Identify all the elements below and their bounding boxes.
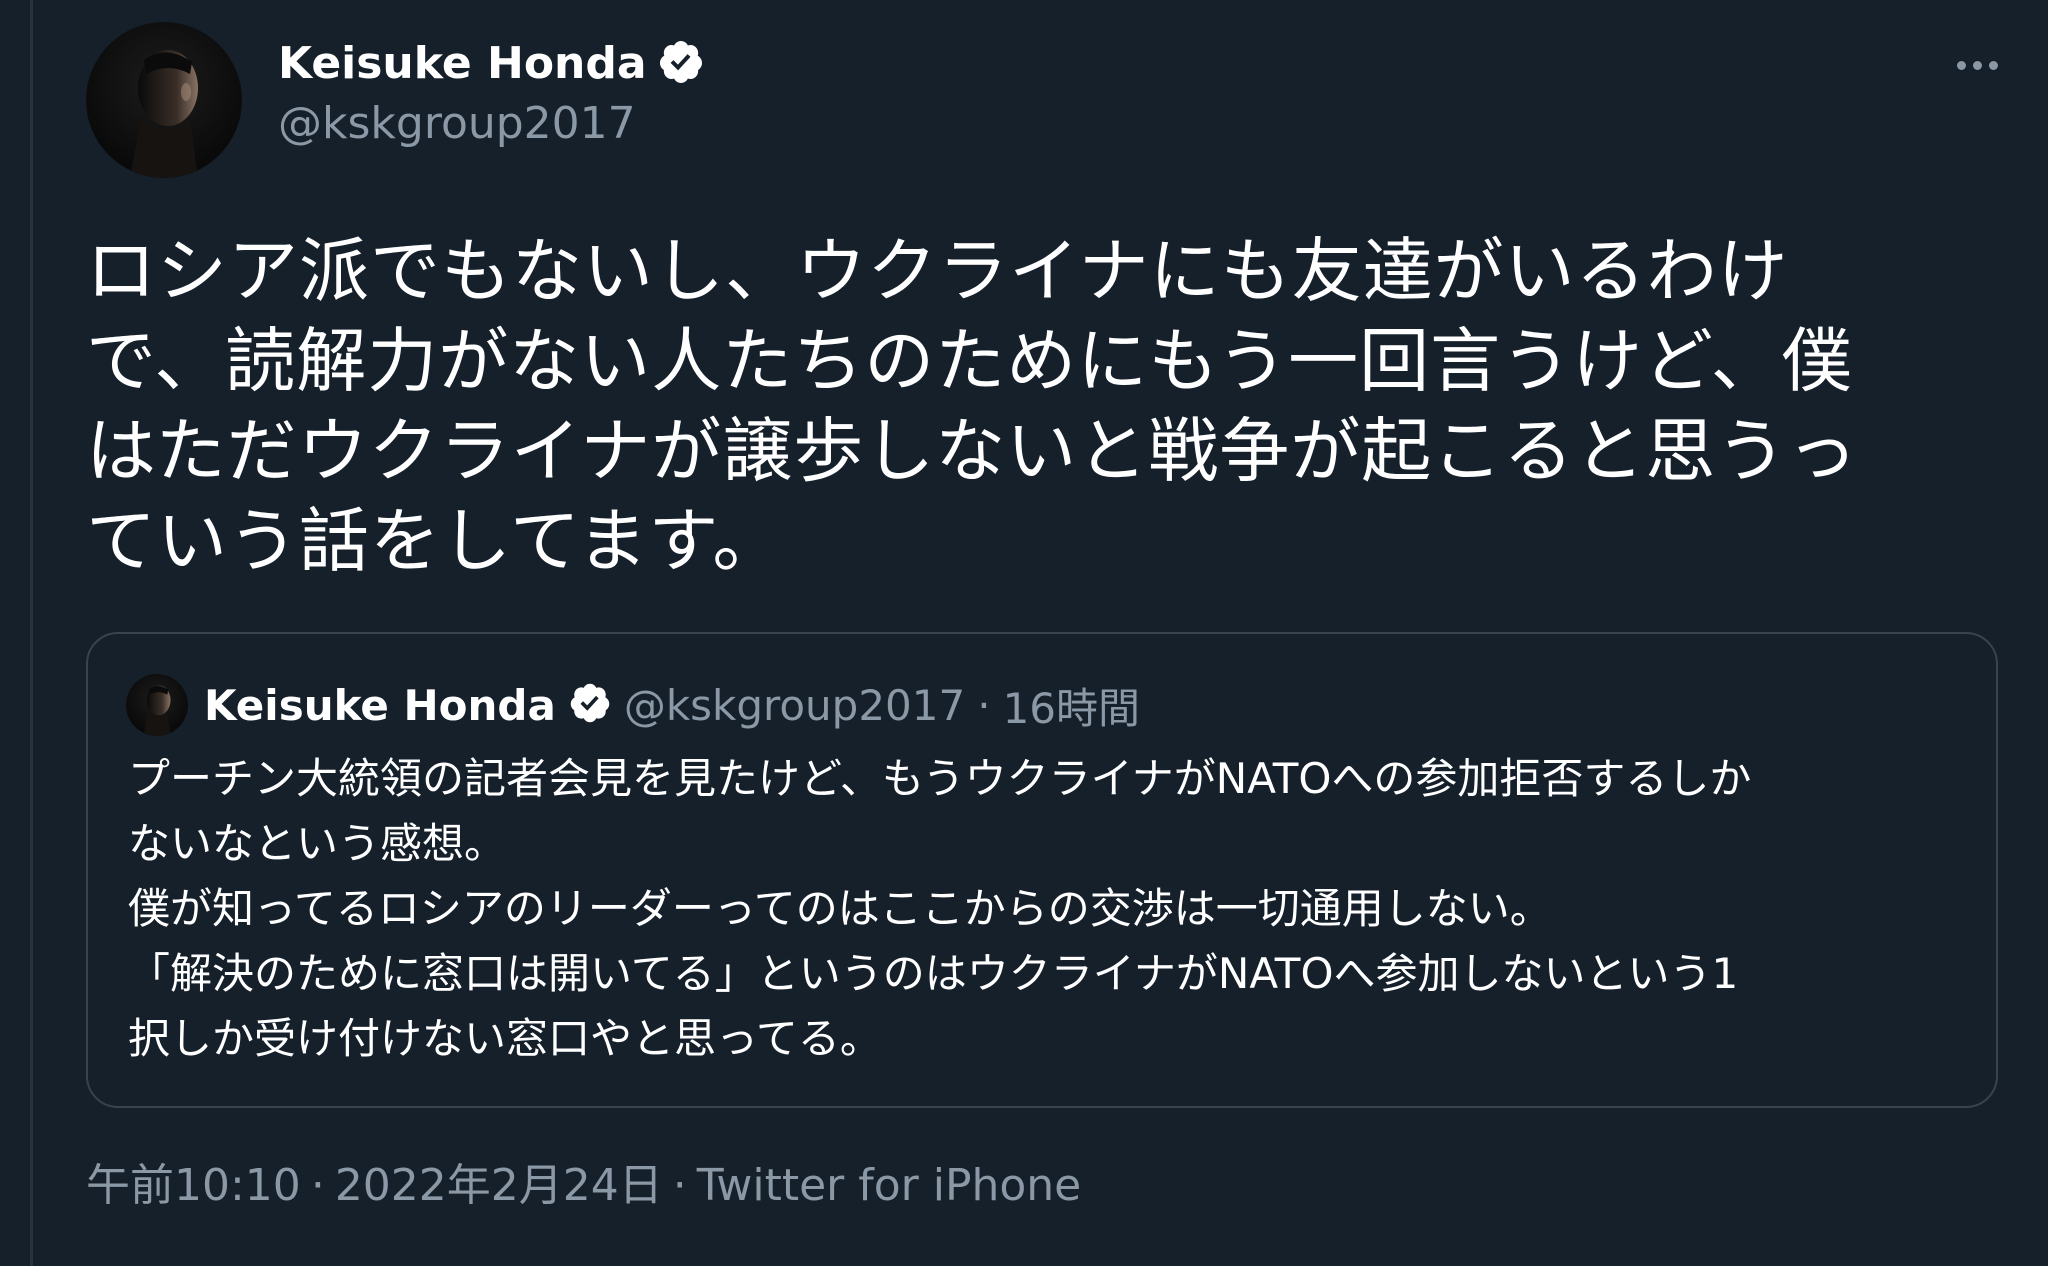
- verified-badge-icon: [568, 681, 612, 729]
- avatar-photo: [126, 674, 188, 736]
- tweet-text: ロシア派でもないし、ウクライナにも友達がいるわけ で、読解力がない人たちのために…: [86, 226, 1976, 586]
- quoted-text-line: プーチン大統領の記者会見を見たけど、もうウクライナがNATOへの参加拒否するしか: [128, 754, 1752, 803]
- meta-separator: ·: [310, 1160, 325, 1211]
- quoted-text-line: ないなという感想。: [128, 819, 507, 868]
- author-display-name[interactable]: Keisuke Honda: [278, 42, 647, 86]
- more-dot: [1988, 60, 1998, 70]
- tweet-text-line: で、読解力がない人たちのためにもう一回言うけど、僕: [86, 320, 1853, 402]
- more-dot: [1972, 60, 1982, 70]
- quoted-text-line: 「解決のために窓口は開いてる」というのはウクライナがNATOへ参加しないという1: [128, 949, 1739, 998]
- quoted-tweet-header: Keisuke Honda @kskgroup2017 · 16時間: [126, 674, 1140, 736]
- author-name-row: Keisuke Honda: [278, 34, 705, 94]
- tweet-date[interactable]: 2022年2月24日: [335, 1160, 663, 1213]
- verified-badge-icon: [657, 38, 705, 90]
- more-horizontal-icon[interactable]: [1942, 40, 2012, 90]
- meta-separator: ·: [672, 1160, 687, 1211]
- quoted-separator: ·: [977, 680, 991, 730]
- quoted-tweet-card[interactable]: Keisuke Honda @kskgroup2017 · 16時間 プーチン大…: [86, 632, 1998, 1108]
- quoted-tweet-text: プーチン大統領の記者会見を見たけど、もうウクライナがNATOへの参加拒否するしか…: [128, 746, 1958, 1071]
- quoted-text-line: 択しか受け付けない窓口やと思ってる。: [128, 1014, 882, 1063]
- tweet-text-line: ロシア派でもないし、ウクライナにも友達がいるわけ: [86, 230, 1789, 312]
- author-handle[interactable]: @kskgroup2017: [278, 99, 636, 148]
- author-avatar[interactable]: [86, 22, 242, 178]
- more-dot: [1956, 60, 1966, 70]
- quoted-text-line: 僕が知ってるロシアのリーダーってのはここからの交渉は一切通用しない。: [128, 884, 1552, 933]
- quoted-author-display-name: Keisuke Honda: [204, 680, 556, 730]
- tweet-detail-page: Keisuke Honda @kskgroup2017 ロシア派でもないし、ウク…: [0, 0, 2048, 1266]
- tweet-text-line: はただウクライナが譲歩しないと戦争が起こると思うっ: [86, 410, 1859, 492]
- quoted-author-avatar: [126, 674, 188, 736]
- quoted-tweet-time: 16時間: [1002, 683, 1141, 733]
- tweet-text-line: ていう話をしてます。: [86, 500, 784, 582]
- avatar-photo: [86, 22, 242, 178]
- left-column-border: [0, 0, 33, 1266]
- tweet-source-link[interactable]: Twitter for iPhone: [697, 1160, 1081, 1213]
- tweet-time[interactable]: 午前10:10: [86, 1160, 301, 1213]
- tweet-meta: 午前10:10 · 2022年2月24日 · Twitter for iPhon…: [86, 1160, 1081, 1213]
- quoted-author-handle: @kskgroup2017: [623, 680, 966, 730]
